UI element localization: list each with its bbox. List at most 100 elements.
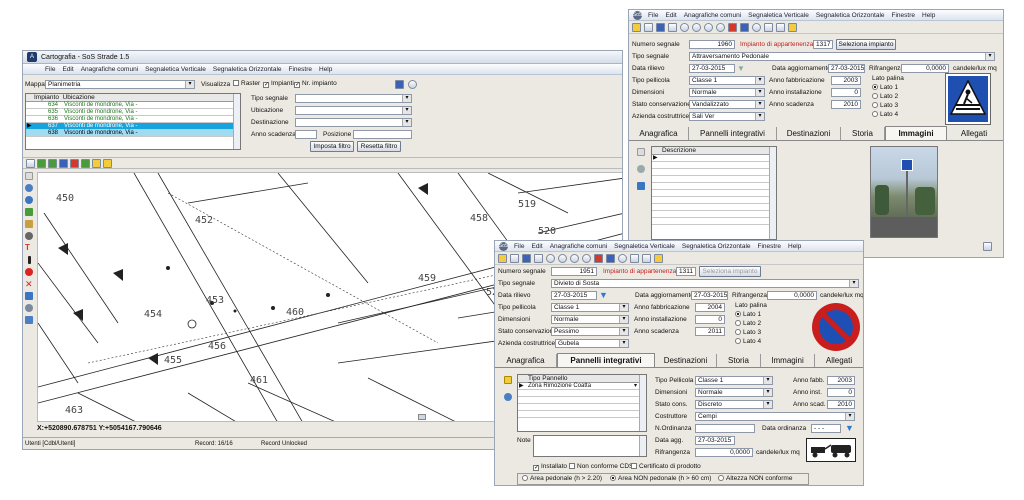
filter-destinazione-select[interactable] bbox=[295, 118, 412, 127]
anno-scadenza-field[interactable]: 2010 bbox=[831, 100, 861, 109]
eye-icon[interactable] bbox=[25, 232, 33, 240]
zoom-tool-icon[interactable] bbox=[48, 158, 57, 168]
exit-icon[interactable] bbox=[630, 253, 639, 263]
help-icon[interactable] bbox=[752, 22, 761, 32]
panel-stato-select[interactable]: Discreto bbox=[695, 400, 773, 409]
window-icon[interactable] bbox=[740, 22, 749, 32]
lato-2-radio[interactable]: Lato 2 bbox=[872, 93, 898, 100]
tab-pannelli-integrativi[interactable]: Pannelli integrativi bbox=[689, 127, 777, 140]
impianto-field[interactable]: 1311 bbox=[676, 267, 696, 276]
panel-dimensioni-select[interactable]: Normale bbox=[695, 388, 773, 397]
menu-help[interactable]: Help bbox=[319, 66, 332, 73]
list-item[interactable]: 638 Visconti de mondrone, Via - bbox=[26, 130, 240, 137]
non-conforme-checkbox[interactable]: Non conforme CDS bbox=[569, 463, 633, 470]
list-item[interactable]: 634 Visconti de mondrone, Via - bbox=[26, 102, 240, 109]
menu-file[interactable]: File bbox=[514, 243, 524, 250]
refresh-icon[interactable] bbox=[25, 196, 33, 204]
seleziona-impianto-button[interactable]: Seleziona impianto bbox=[836, 39, 896, 50]
raster-checkbox[interactable]: Raster bbox=[233, 80, 260, 87]
prev-record-icon[interactable] bbox=[558, 253, 567, 263]
tipo-segnale-select[interactable]: Attraversamento Pedonale bbox=[689, 52, 995, 61]
numero-segnale-field[interactable]: 1960 bbox=[689, 40, 735, 49]
table-row[interactable] bbox=[652, 197, 776, 204]
camera-icon[interactable] bbox=[504, 393, 512, 401]
anno-installazione-field[interactable]: 0 bbox=[831, 88, 861, 97]
arrow-icon[interactable] bbox=[25, 172, 33, 180]
menu-anagrafiche[interactable]: Anagrafiche comuni bbox=[684, 12, 741, 19]
lato-3-radio[interactable]: Lato 3 bbox=[735, 329, 761, 336]
pin-tool-icon[interactable] bbox=[103, 158, 112, 168]
table-row[interactable] bbox=[652, 218, 776, 225]
panel-data-ordinanza-field[interactable]: - - - bbox=[811, 424, 841, 433]
data-rilievo-field[interactable]: 27-03-2015 bbox=[551, 291, 597, 300]
tab-destinazioni[interactable]: Destinazioni bbox=[655, 354, 717, 367]
pan-tool-icon[interactable] bbox=[59, 158, 68, 168]
images-grid[interactable]: Descrizione ▶ bbox=[651, 146, 777, 240]
panel-grid-scrollbar[interactable] bbox=[639, 375, 646, 431]
tipo-pellicola-select[interactable]: Classe 1 bbox=[689, 76, 765, 85]
close-icon[interactable]: ✕ bbox=[25, 280, 33, 289]
filter-anno-scadenza-input[interactable] bbox=[295, 130, 317, 139]
list-item-selected[interactable]: ▶ 637 Visconti de mondrone, Via - bbox=[26, 123, 240, 130]
tipo-pellicola-select[interactable]: Classe 1 bbox=[551, 303, 629, 312]
next-record-icon[interactable] bbox=[570, 253, 579, 263]
print-icon[interactable] bbox=[534, 253, 543, 263]
tab-allegati[interactable]: Allegati bbox=[947, 127, 1001, 140]
azienda-costruttrice-select[interactable]: Gubela bbox=[555, 339, 629, 348]
table-row[interactable]: ▶ bbox=[652, 155, 776, 162]
text-tool-icon[interactable]: T bbox=[25, 244, 33, 252]
lato-1-radio[interactable]: Lato 1 bbox=[872, 84, 898, 91]
menu-file[interactable]: File bbox=[45, 66, 55, 73]
list-item[interactable]: 635 Visconti de mondrone, Via - bbox=[26, 109, 240, 116]
data-rilievo-field[interactable]: 27-03-2015 bbox=[689, 64, 735, 73]
menu-finestre[interactable]: Finestre bbox=[758, 243, 781, 250]
certificato-checkbox[interactable]: Certificato di prodotto bbox=[631, 463, 701, 470]
help-icon[interactable] bbox=[618, 253, 627, 263]
menu-finestre[interactable]: Finestre bbox=[289, 66, 312, 73]
help-icon[interactable] bbox=[408, 80, 417, 89]
impianto-field[interactable]: 1317 bbox=[813, 40, 833, 49]
table-row[interactable] bbox=[652, 169, 776, 176]
data-aggiornamento-field[interactable]: 27-03-2015 bbox=[691, 291, 728, 300]
delete-icon[interactable] bbox=[728, 22, 737, 32]
layers-icon[interactable] bbox=[25, 292, 33, 300]
filter-ubicazione-select[interactable] bbox=[295, 106, 412, 115]
azienda-costruttrice-select[interactable]: Sali Ver bbox=[689, 112, 765, 121]
table-row[interactable] bbox=[518, 404, 646, 411]
tab-storia[interactable]: Storia bbox=[717, 354, 761, 367]
nr-impianto-checkbox[interactable]: ✓ Nr. impianto bbox=[294, 80, 337, 88]
menu-anagrafiche[interactable]: Anagrafiche comuni bbox=[550, 243, 607, 250]
stato-conservazione-select[interactable]: Pessimo bbox=[551, 327, 629, 336]
table-row[interactable] bbox=[652, 211, 776, 218]
list-item[interactable]: 636 Visconti de mondrone, Via - bbox=[26, 116, 240, 123]
dimensioni-select[interactable]: Normale bbox=[551, 315, 629, 324]
table-row[interactable] bbox=[652, 162, 776, 169]
menu-segn-orizzontale[interactable]: Segnaletica Orizzontale bbox=[682, 243, 751, 250]
panel-costruttore-select[interactable]: Cempi bbox=[695, 412, 855, 421]
window-restore-icon[interactable] bbox=[395, 80, 404, 89]
area-non-pedonale-radio[interactable]: Area NON pedonale (h > 60 cm) bbox=[610, 475, 711, 482]
layer-tool-icon[interactable] bbox=[37, 158, 46, 168]
tab-immagini[interactable]: Immagini bbox=[761, 354, 815, 367]
anno-fabbricazione-field[interactable]: 2003 bbox=[831, 76, 861, 85]
save-icon[interactable] bbox=[522, 253, 531, 263]
mappa-select[interactable]: Planimetria bbox=[45, 80, 195, 89]
first-record-icon[interactable] bbox=[680, 22, 689, 32]
note-scrollbar[interactable] bbox=[639, 436, 646, 456]
folder-icon[interactable] bbox=[637, 148, 645, 156]
menu-segn-verticale[interactable]: Segnaletica Verticale bbox=[748, 12, 809, 19]
open-icon[interactable] bbox=[498, 253, 507, 263]
menu-edit[interactable]: Edit bbox=[531, 243, 542, 250]
new-icon[interactable] bbox=[644, 22, 653, 32]
last-record-icon[interactable] bbox=[582, 253, 591, 263]
seleziona-impianto-button[interactable]: Seleziona impianto bbox=[699, 266, 761, 277]
menu-edit[interactable]: Edit bbox=[62, 66, 73, 73]
sign-tool-icon[interactable] bbox=[92, 158, 101, 168]
lato-4-radio[interactable]: Lato 4 bbox=[872, 111, 898, 118]
delete-tool-icon[interactable] bbox=[70, 158, 79, 168]
stop-icon[interactable] bbox=[25, 268, 33, 276]
impianti-checkbox[interactable]: ✓ Impianti bbox=[263, 80, 294, 88]
camera-icon[interactable] bbox=[637, 165, 645, 173]
anno-scadenza-field[interactable]: 2011 bbox=[695, 327, 725, 336]
rifrangenza-field[interactable]: 0,0000 bbox=[901, 64, 949, 73]
